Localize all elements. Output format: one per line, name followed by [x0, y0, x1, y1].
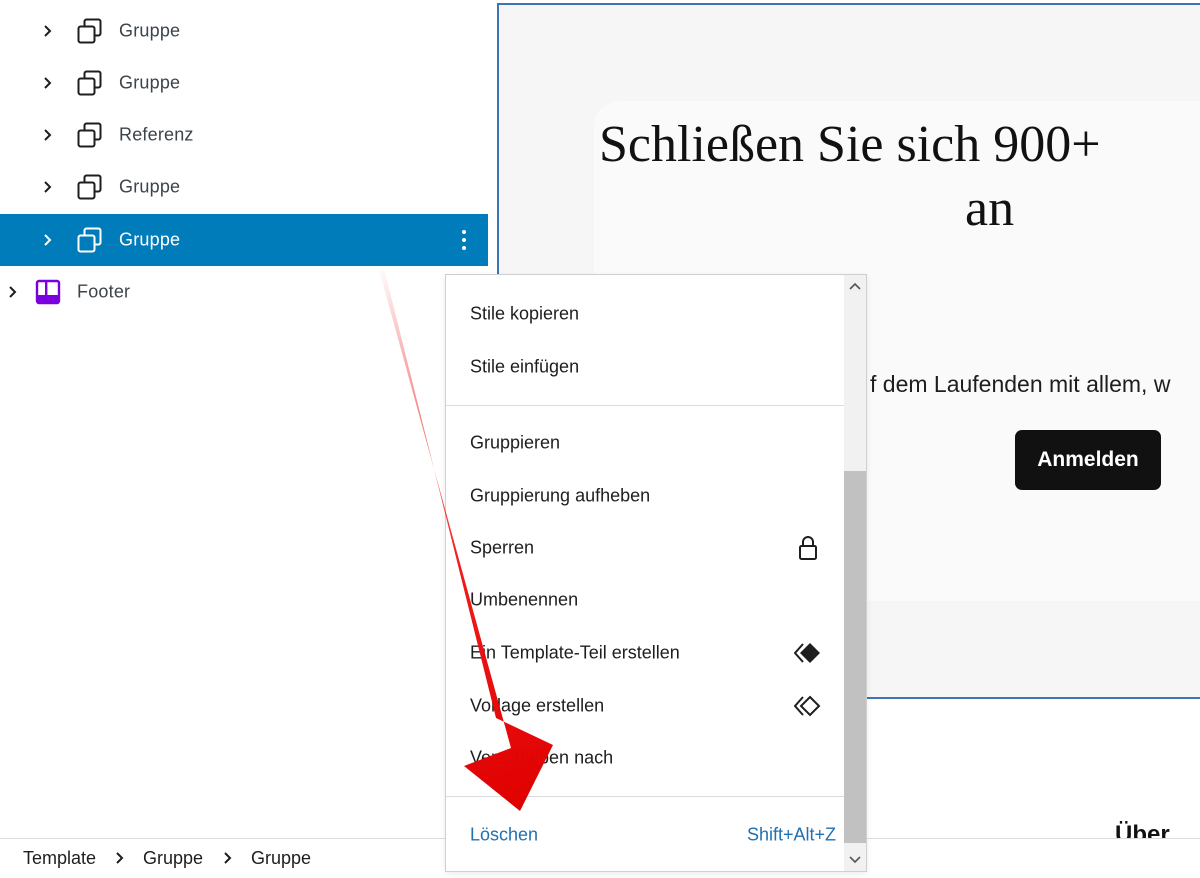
menu-scrollbar[interactable] — [844, 275, 866, 871]
list-item-reference[interactable]: Referenz — [0, 109, 488, 161]
menu-item-delete[interactable]: Löschen Shift+Alt+Z — [446, 809, 844, 861]
menu-item-label: Gruppierung aufheben — [470, 485, 651, 506]
menu-item-label: Ein Template-Teil erstellen — [470, 642, 680, 663]
menu-separator — [446, 796, 844, 797]
scroll-up-icon[interactable] — [849, 281, 861, 291]
canvas-subtext[interactable]: f dem Laufenden mit allem, w — [870, 371, 1200, 398]
block-options-menu[interactable]: Stile kopieren Stile einfügen Gruppieren… — [445, 274, 867, 872]
menu-item-label: Gruppieren — [470, 432, 561, 453]
breadcrumb-item-template[interactable]: Template — [23, 848, 96, 869]
menu-item-group[interactable]: Gruppieren — [446, 417, 844, 469]
list-item-label: Gruppe — [119, 20, 181, 41]
menu-item-label: Stile einfügen — [470, 356, 580, 377]
menu-item-ungroup[interactable]: Gruppierung aufheben — [446, 470, 844, 522]
list-item-group[interactable]: Gruppe — [0, 57, 488, 109]
heading-line-2: an — [965, 180, 1015, 237]
list-item-label: Gruppe — [119, 229, 181, 250]
chevron-right-icon[interactable] — [6, 285, 20, 299]
scrollbar-thumb[interactable] — [844, 471, 866, 843]
chevron-right-icon[interactable] — [41, 233, 55, 247]
menu-item-create-template-part[interactable]: Ein Template-Teil erstellen — [446, 627, 844, 679]
menu-item-label: Stile kopieren — [470, 303, 580, 324]
chevron-right-icon — [224, 852, 232, 864]
chevron-right-icon[interactable] — [41, 24, 55, 38]
breadcrumb-item-group[interactable]: Gruppe — [143, 848, 203, 869]
template-part-footer-icon — [35, 279, 61, 305]
list-item-label: Gruppe — [119, 72, 181, 93]
breadcrumb-item-group-current[interactable]: Gruppe — [251, 848, 311, 869]
group-block-icon — [77, 227, 102, 253]
scroll-down-icon[interactable] — [849, 855, 861, 865]
menu-item-label: Umbenennen — [470, 589, 579, 610]
menu-item-create-pattern[interactable]: Vorlage erstellen — [446, 680, 844, 732]
group-block-icon — [77, 18, 102, 44]
list-item-group-selected[interactable]: Gruppe — [0, 214, 488, 266]
menu-item-copy-styles[interactable]: Stile kopieren — [446, 288, 844, 340]
menu-item-paste-styles[interactable]: Stile einfügen — [446, 341, 844, 393]
chevron-right-icon[interactable] — [41, 128, 55, 142]
heading-line-1: Schließen Sie sich 900+ — [599, 116, 1101, 173]
menu-item-label: Löschen — [470, 824, 539, 845]
chevron-right-icon — [116, 852, 124, 864]
list-item-label: Footer — [77, 281, 131, 302]
list-item-label: Gruppe — [119, 176, 181, 197]
list-item-group[interactable]: Gruppe — [0, 5, 488, 57]
menu-item-label: Verschieben nach — [470, 747, 614, 768]
menu-item-move-to[interactable]: Verschieben nach — [446, 732, 844, 784]
list-item-group[interactable]: Gruppe — [0, 161, 488, 213]
signup-button[interactable]: Anmelden — [1015, 430, 1161, 490]
menu-item-label: Vorlage erstellen — [470, 695, 605, 716]
more-options-icon[interactable] — [454, 227, 474, 253]
group-block-icon — [77, 122, 102, 148]
menu-separator — [446, 405, 844, 406]
chevron-right-icon[interactable] — [41, 180, 55, 194]
symbol-outline-icon — [794, 695, 821, 717]
symbol-filled-icon — [794, 643, 820, 663]
lock-icon — [799, 536, 817, 560]
canvas-heading[interactable]: Schließen Sie sich 900+ an — [599, 113, 1200, 241]
menu-item-lock[interactable]: Sperren — [446, 522, 844, 574]
menu-item-label: Sperren — [470, 537, 535, 558]
list-item-label: Referenz — [119, 124, 194, 145]
group-block-icon — [77, 174, 102, 200]
list-item-footer[interactable]: Footer — [0, 266, 488, 318]
menu-item-rename[interactable]: Umbenennen — [446, 574, 844, 626]
keyboard-shortcut: Shift+Alt+Z — [746, 824, 836, 845]
list-view-panel: Gruppe Gruppe Referenz Gruppe Gruppe Foo… — [0, 0, 490, 838]
chevron-right-icon[interactable] — [41, 76, 55, 90]
group-block-icon — [77, 70, 102, 96]
